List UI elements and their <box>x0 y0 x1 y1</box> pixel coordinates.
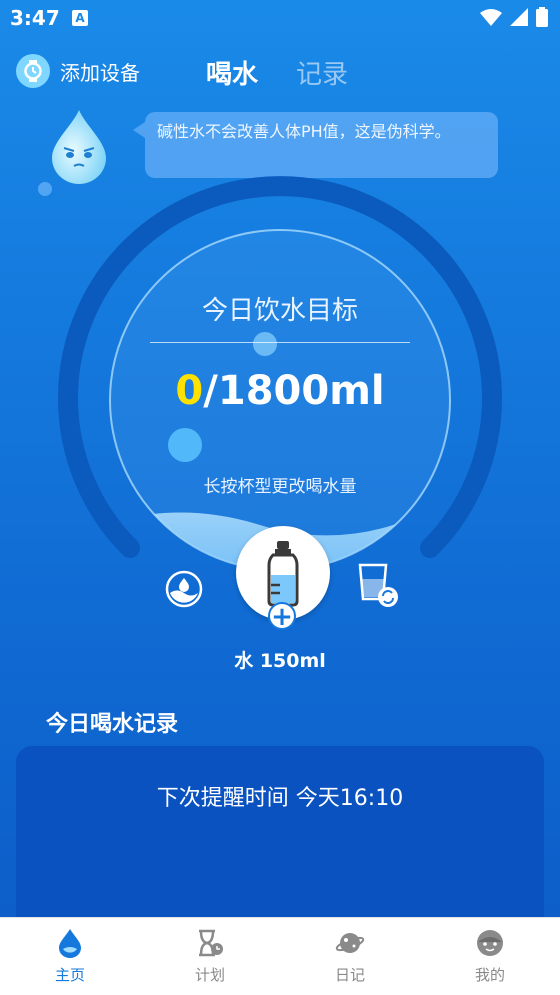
add-device-label: 添加设备 <box>60 60 140 85</box>
water-level-icon <box>165 570 203 608</box>
divider <box>150 342 410 343</box>
tab-drink[interactable]: 喝水 <box>206 54 258 91</box>
status-time: 3:47 <box>10 6 60 30</box>
planet-icon <box>335 933 365 953</box>
app-screen: 3:47 A 添加设备 喝水 记录 碱性水不会改善人体PH值，这是伪科学。 今日… <box>0 0 560 995</box>
tab-record[interactable]: 记录 <box>296 54 348 91</box>
nav-item-home[interactable]: 主页 <box>0 918 140 995</box>
nav-item-me[interactable]: 我的 <box>420 918 560 995</box>
nav-item-diary[interactable]: 日记 <box>280 918 420 995</box>
cup-hint: 长按杯型更改喝水量 <box>203 477 357 497</box>
next-reminder-text: 下次提醒时间 今天16:10 <box>156 786 404 811</box>
nav-item-plan[interactable]: 计划 <box>140 918 280 995</box>
goal-current: 0 <box>175 368 204 414</box>
nav-label-diary: 日记 <box>334 966 365 984</box>
drink-amount-label: 水 150ml <box>234 650 326 672</box>
goal-target: /1800ml <box>203 368 385 414</box>
switch-cup-button[interactable] <box>356 563 400 607</box>
nav-label-plan: 计划 <box>194 966 225 984</box>
face-icon <box>477 930 503 956</box>
watch-icon <box>16 54 50 88</box>
notification-icon: A <box>72 10 88 26</box>
tip-text: 碱性水不会改善人体PH值，这是伪科学。 <box>157 122 451 141</box>
signal-icon <box>510 8 528 26</box>
nav-label-me: 我的 <box>474 966 505 984</box>
record-card <box>16 746 544 946</box>
status-icons <box>480 7 548 27</box>
goal-title: 今日饮水目标 <box>201 296 358 326</box>
add-drink-plus-icon[interactable]: + <box>268 602 296 630</box>
cup-switch-icon <box>358 563 398 607</box>
top-bar: 添加设备 喝水 记录 <box>0 50 560 100</box>
drop-icon <box>59 929 81 958</box>
today-record-title: 今日喝水记录 <box>46 712 179 737</box>
hourglass-clock-icon <box>199 929 223 957</box>
water-bottle-icon <box>267 541 299 607</box>
bubble-decoration <box>253 332 277 356</box>
nav-label-home: 主页 <box>54 966 85 984</box>
tip-bubble: 碱性水不会改善人体PH值，这是伪科学。 <box>133 112 498 178</box>
bubble-decoration <box>38 182 52 196</box>
status-bar: 3:47 A <box>0 0 560 36</box>
wifi-icon <box>480 9 502 26</box>
bubble-decoration <box>168 428 202 462</box>
battery-icon <box>536 7 548 27</box>
bottom-nav: 主页 计划 日记 我的 <box>0 917 560 995</box>
custom-amount-button[interactable] <box>162 567 206 611</box>
add-device-button[interactable]: 添加设备 <box>16 54 140 88</box>
goal-value: 0/1800ml <box>0 368 560 414</box>
